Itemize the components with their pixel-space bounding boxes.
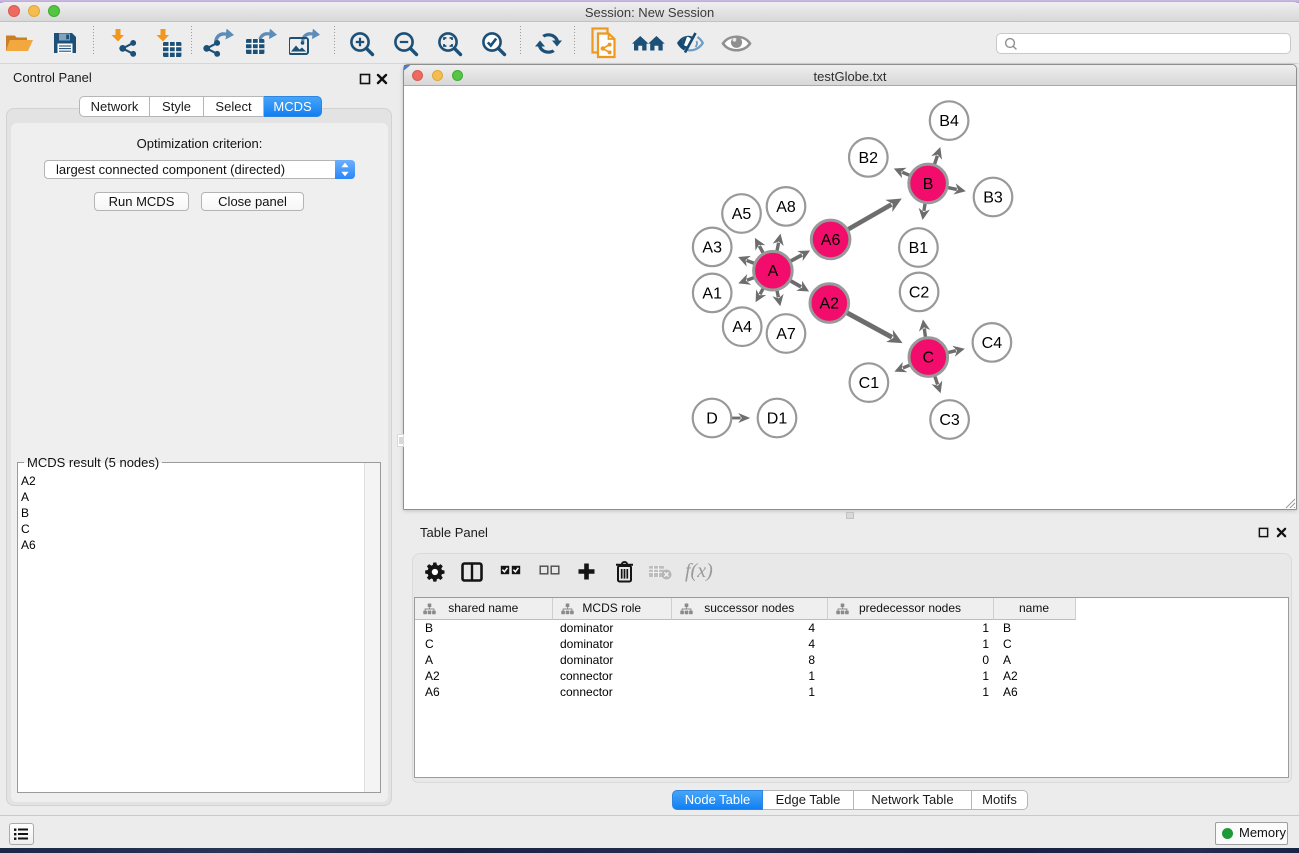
svg-text:B1: B1 [909, 240, 929, 257]
svg-text:A3: A3 [702, 239, 722, 256]
svg-text:A2: A2 [820, 296, 840, 313]
svg-text:B4: B4 [939, 113, 959, 130]
svg-text:C4: C4 [982, 335, 1003, 352]
svg-text:B: B [923, 176, 934, 193]
svg-text:A7: A7 [776, 326, 796, 343]
svg-text:C2: C2 [909, 284, 930, 301]
svg-text:D1: D1 [767, 411, 788, 428]
svg-text:D: D [706, 411, 718, 428]
svg-text:A: A [768, 263, 779, 280]
svg-text:A6: A6 [821, 232, 841, 249]
svg-text:C1: C1 [859, 375, 880, 392]
svg-text:C3: C3 [939, 412, 960, 429]
svg-text:A8: A8 [776, 199, 796, 216]
svg-text:A5: A5 [732, 206, 752, 223]
svg-text:C: C [923, 350, 935, 367]
svg-text:A1: A1 [702, 285, 722, 302]
svg-text:A4: A4 [732, 319, 752, 336]
svg-text:B3: B3 [983, 190, 1003, 207]
svg-text:B2: B2 [859, 150, 879, 167]
